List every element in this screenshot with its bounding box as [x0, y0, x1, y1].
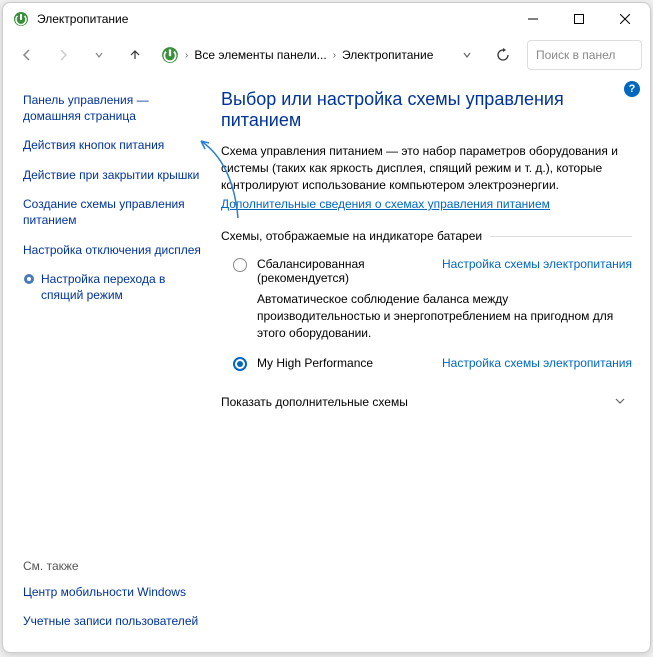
- page-description: Схема управления питанием — это набор па…: [221, 143, 632, 193]
- radio-balanced[interactable]: [233, 258, 247, 272]
- up-button[interactable]: [119, 39, 151, 71]
- recent-button[interactable]: [83, 39, 115, 71]
- help-icon[interactable]: ?: [624, 81, 640, 97]
- navbar: › Все элементы панели... › Электропитани…: [3, 35, 650, 75]
- titlebar: Электропитание: [3, 3, 650, 35]
- shield-icon: [23, 273, 35, 290]
- sidebar-see-also-users[interactable]: Учетные записи пользователей: [23, 614, 203, 630]
- sidebar-link-power-buttons[interactable]: Действия кнопок питания: [23, 138, 203, 154]
- sidebar-home[interactable]: Панель управления — домашняя страница: [23, 93, 203, 124]
- search-input[interactable]: Поиск в панел: [527, 40, 642, 70]
- plans-group-label: Схемы, отображаемые на индикаторе батаре…: [221, 229, 632, 243]
- breadcrumb-item[interactable]: Все элементы панели...: [194, 48, 326, 62]
- window-buttons: [510, 4, 648, 34]
- forward-button[interactable]: [47, 39, 79, 71]
- plan-settings-link[interactable]: Настройка схемы электропитания: [442, 257, 632, 271]
- sidebar-link-display-off[interactable]: Настройка отключения дисплея: [23, 243, 203, 259]
- main-panel: ? Выбор или настройка схемы управления п…: [211, 75, 650, 652]
- plan-balanced: Сбалансированная (рекомендуется) Настрой…: [221, 257, 632, 341]
- content: Панель управления — домашняя страница Де…: [3, 75, 650, 652]
- address-bar[interactable]: › Все элементы панели... › Электропитани…: [155, 39, 447, 71]
- chevron-right-icon: ›: [333, 50, 336, 61]
- maximize-button[interactable]: [556, 4, 602, 34]
- page-heading: Выбор или настройка схемы управления пит…: [221, 89, 632, 131]
- back-button[interactable]: [11, 39, 43, 71]
- breadcrumb-item[interactable]: Электропитание: [342, 48, 433, 62]
- sidebar-link-sleep-label: Настройка перехода в спящий режим: [41, 272, 203, 303]
- sidebar-see-also-mobility[interactable]: Центр мобильности Windows: [23, 585, 203, 601]
- window: Электропитание › Все элементы панели... …: [2, 2, 651, 653]
- window-title: Электропитание: [37, 12, 510, 26]
- sidebar-link-lid-close[interactable]: Действие при закрытии крышки: [23, 168, 203, 184]
- plan-name[interactable]: My High Performance: [257, 356, 373, 370]
- sidebar-link-sleep[interactable]: Настройка перехода в спящий режим: [23, 272, 203, 303]
- plan-high-performance: My High Performance Настройка схемы элек…: [221, 356, 632, 371]
- address-icon: [161, 46, 179, 64]
- address-dropdown[interactable]: [451, 39, 483, 71]
- plan-settings-link[interactable]: Настройка схемы электропитания: [442, 356, 632, 370]
- chevron-down-icon: [614, 395, 626, 410]
- plan-description: Автоматическое соблюдение баланса между …: [257, 291, 632, 341]
- app-icon: [13, 11, 29, 27]
- search-placeholder: Поиск в панел: [536, 48, 615, 62]
- plan-name[interactable]: Сбалансированная (рекомендуется): [257, 257, 442, 285]
- sidebar: Панель управления — домашняя страница Де…: [3, 75, 211, 652]
- sidebar-link-create-plan[interactable]: Создание схемы управления питанием: [23, 197, 203, 228]
- radio-high-performance[interactable]: [233, 357, 247, 371]
- expand-label: Показать дополнительные схемы: [221, 395, 408, 409]
- minimize-button[interactable]: [510, 4, 556, 34]
- close-button[interactable]: [602, 4, 648, 34]
- see-also-label: См. также: [23, 559, 203, 573]
- chevron-right-icon: ›: [185, 50, 188, 61]
- expand-plans[interactable]: Показать дополнительные схемы: [221, 395, 632, 410]
- learn-more-link[interactable]: Дополнительные сведения о схемах управле…: [221, 197, 550, 211]
- refresh-button[interactable]: [487, 39, 519, 71]
